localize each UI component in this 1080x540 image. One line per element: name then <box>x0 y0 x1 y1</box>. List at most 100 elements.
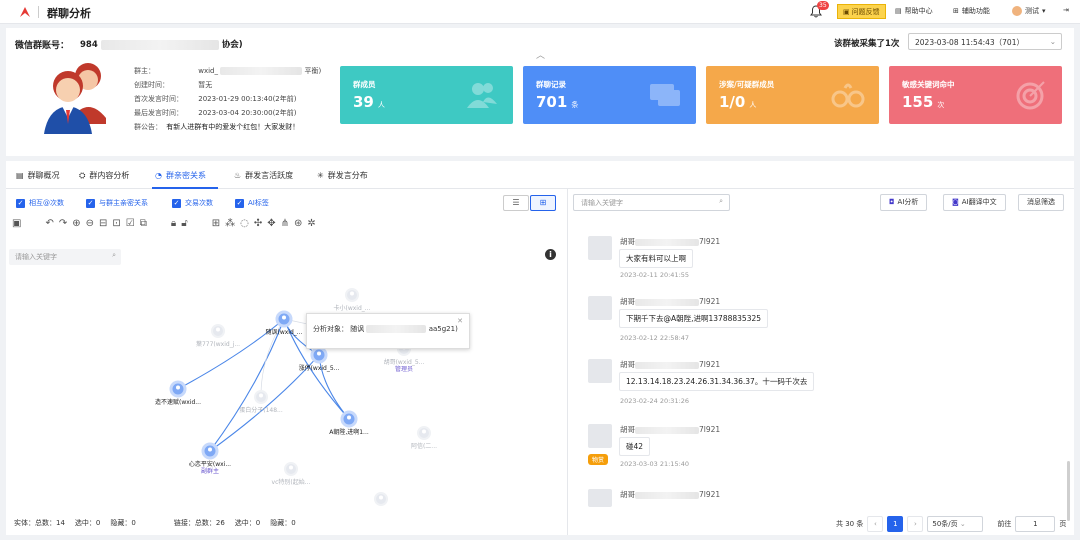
tab-label: 群亲密关系 <box>165 171 206 180</box>
graph-edge[interactable] <box>209 318 285 452</box>
notification-count-badge: 35 <box>817 1 829 10</box>
graph-view-icon[interactable]: ⊞ <box>530 195 556 211</box>
page-size-select[interactable]: 50条/页 ⌄ <box>927 516 984 532</box>
stat-members[interactable]: 群成员 39 人 <box>340 66 513 124</box>
graph-node[interactable]: A朝陛,进啊1... <box>329 410 369 436</box>
tab-label: 群聊概况 <box>27 171 60 180</box>
layout-tree-icon[interactable]: ⁂ <box>225 218 235 232</box>
collect-time-select[interactable]: 2023-03-08 11:54:43（701） ⌄ <box>908 33 1062 50</box>
layout-radial-icon[interactable]: ✣ <box>254 218 262 232</box>
collapse-caret-icon[interactable]: ︿ <box>536 48 545 61</box>
status-entity: 实体：总数：14 <box>14 519 65 527</box>
close-icon[interactable]: ✕ <box>457 317 463 325</box>
collect-selected-value: 2023-03-08 11:54:43（701） <box>915 38 1024 47</box>
list-view-icon[interactable]: ☰ <box>503 195 529 211</box>
undo-icon[interactable]: ↶ <box>45 218 53 232</box>
graph-node[interactable]: 造不速赋(wxid... <box>155 380 201 406</box>
logout-icon[interactable]: ⇥ <box>1063 6 1069 14</box>
relationship-graph[interactable]: 随讽(wxid_... 涨停(wxid_5... 胡哥(wxid_5...管理员造不… <box>6 269 566 507</box>
graph-node[interactable]: 阿信(二... <box>411 426 437 450</box>
redaction-blur <box>100 39 219 50</box>
graph-search-input[interactable]: 请输入关键字 ⌕ <box>9 249 121 265</box>
next-page-icon[interactable]: › <box>907 516 924 532</box>
prev-page-icon[interactable]: ‹ <box>867 516 884 532</box>
tooltip-value-prefix: 随讽 <box>350 325 365 333</box>
layout-grid-icon[interactable]: ⊞ <box>212 218 220 232</box>
message-search-input[interactable]: 请输入关键字 ⌕ <box>573 194 730 211</box>
graph-node[interactable]: vc特别(起始... <box>272 462 311 486</box>
check-ai-tag[interactable]: ✓ AI标签 <box>235 198 269 208</box>
person-icon <box>216 327 220 332</box>
graph-node[interactable]: 心恋平安(wxi...副群主 <box>189 442 231 475</box>
chat-icon <box>650 84 680 106</box>
zoom-out-icon[interactable]: ⊖ <box>86 218 94 232</box>
layout-concentric-icon[interactable]: ⊛ <box>294 218 302 232</box>
layout-force-icon[interactable]: ✥ <box>267 218 275 232</box>
graph-node-label: 胡哥(wxid_5... <box>384 358 425 366</box>
stat-chat-records[interactable]: 群聊记录 701 条 <box>523 66 696 124</box>
user-name: 测试 <box>1025 7 1039 15</box>
ai-analysis-button[interactable]: ◘ AI分析 <box>880 194 928 211</box>
message-filter-button[interactable]: 消息筛选 <box>1018 194 1064 211</box>
person-icon <box>347 415 351 420</box>
avatar <box>588 296 612 320</box>
check-mention-count[interactable]: ✓ 相互@次数 <box>16 198 64 208</box>
redo-icon[interactable]: ↷ <box>59 218 67 232</box>
tools-button[interactable]: ⊞ 辅助功能 <box>953 6 990 16</box>
check-label: 交易次数 <box>185 199 213 207</box>
ai-translate-button[interactable]: ◙ AI翻译中文 <box>943 194 1006 211</box>
message-scrollbar[interactable] <box>1067 461 1070 521</box>
node-tooltip: ✕ 分析对象： 随讽 aa5g21) <box>306 313 470 349</box>
goto-page-input[interactable]: 1 <box>1015 516 1056 532</box>
user-menu[interactable]: 测试 ▾ <box>1012 6 1046 16</box>
fit-icon[interactable]: ⊟ <box>99 218 107 232</box>
tab-activity[interactable]: ♨ 群发言活跃度 <box>234 170 293 181</box>
layout-spread-icon[interactable]: ✲ <box>307 218 315 232</box>
group-avatar <box>44 63 106 134</box>
stat-sensitive-keywords[interactable]: 敏感关键词命中 155 次 <box>889 66 1062 124</box>
center-icon[interactable]: ⊡ <box>112 218 120 232</box>
pagination: 共 30 条 ‹ 1 › 50条/页 ⌄ 前往 1 页 <box>836 516 1066 532</box>
help-center-button[interactable]: ▤ 帮助中心 <box>895 6 933 16</box>
tab-relationship[interactable]: ◔ 群亲密关系 <box>155 170 206 181</box>
check-owner-relation[interactable]: ✓ 与群主亲密关系 <box>86 198 148 208</box>
graph-node[interactable]: 蛋白分子(148... <box>239 390 283 414</box>
stat-value: 1/0 人 <box>719 93 757 111</box>
graph-node[interactable]: 蒙马瀚(wxi... <box>363 492 399 507</box>
tab-label: 群内容分析 <box>89 171 130 180</box>
graph-node[interactable]: 葉777(wxid_j... <box>196 324 240 348</box>
graph-node[interactable]: 随讽(wxid_... <box>266 310 303 336</box>
meta-value: wxid_ <box>198 67 218 75</box>
zoom-in-icon[interactable]: ⊕ <box>72 218 80 232</box>
graph-node[interactable]: 卡小(wxid_... <box>334 288 371 312</box>
tab-overview[interactable]: ▤ 群聊概况 <box>16 170 60 181</box>
button-label: AI翻译中文 <box>961 198 997 206</box>
check-trade-count[interactable]: ✓ 交易次数 <box>172 198 213 208</box>
feedback-button[interactable]: ▣ 问题反馈 <box>837 4 886 19</box>
info-icon[interactable]: i <box>545 249 556 260</box>
flame-icon: ♨ <box>234 171 242 180</box>
image-icon[interactable]: ▣ <box>12 218 21 232</box>
group-notice: 群公告： 有新人进群有中的爱发个红包！大家发财！ <box>134 122 299 132</box>
checkbox-checked-icon: ✓ <box>16 198 25 208</box>
user-avatar-icon <box>1012 6 1022 16</box>
page-number-button[interactable]: 1 <box>887 516 904 532</box>
layout-circle-icon[interactable]: ◌ <box>240 218 249 232</box>
select-icon[interactable]: ☑ <box>126 218 135 232</box>
copy-icon[interactable]: ⧉ <box>140 218 147 232</box>
pager-total: 共 30 条 <box>836 520 864 528</box>
tab-content-analysis[interactable]: ⛭ 群内容分析 <box>79 170 129 181</box>
search-placeholder: 请输入关键字 <box>15 253 57 261</box>
meta-value-suffix: 平衡) <box>304 67 322 75</box>
unlock-icon[interactable]: 🔓︎ <box>181 218 187 232</box>
clipboard-icon: ▤ <box>16 171 24 180</box>
tab-distribution[interactable]: ✳ 群发言分布 <box>317 170 368 181</box>
avatar <box>588 236 612 260</box>
lock-icon[interactable]: 🔒︎ <box>171 218 176 232</box>
person-icon <box>379 495 383 500</box>
meta-value: 暂无 <box>198 81 213 89</box>
stat-suspect-members[interactable]: 涉案/可疑群成员 1/0 人 <box>706 66 879 124</box>
layout-hier-icon[interactable]: ⋔ <box>281 218 289 232</box>
message-time: 2023-02-12 22:58:47 <box>620 334 690 342</box>
account-suffix: 协会) <box>221 40 243 50</box>
